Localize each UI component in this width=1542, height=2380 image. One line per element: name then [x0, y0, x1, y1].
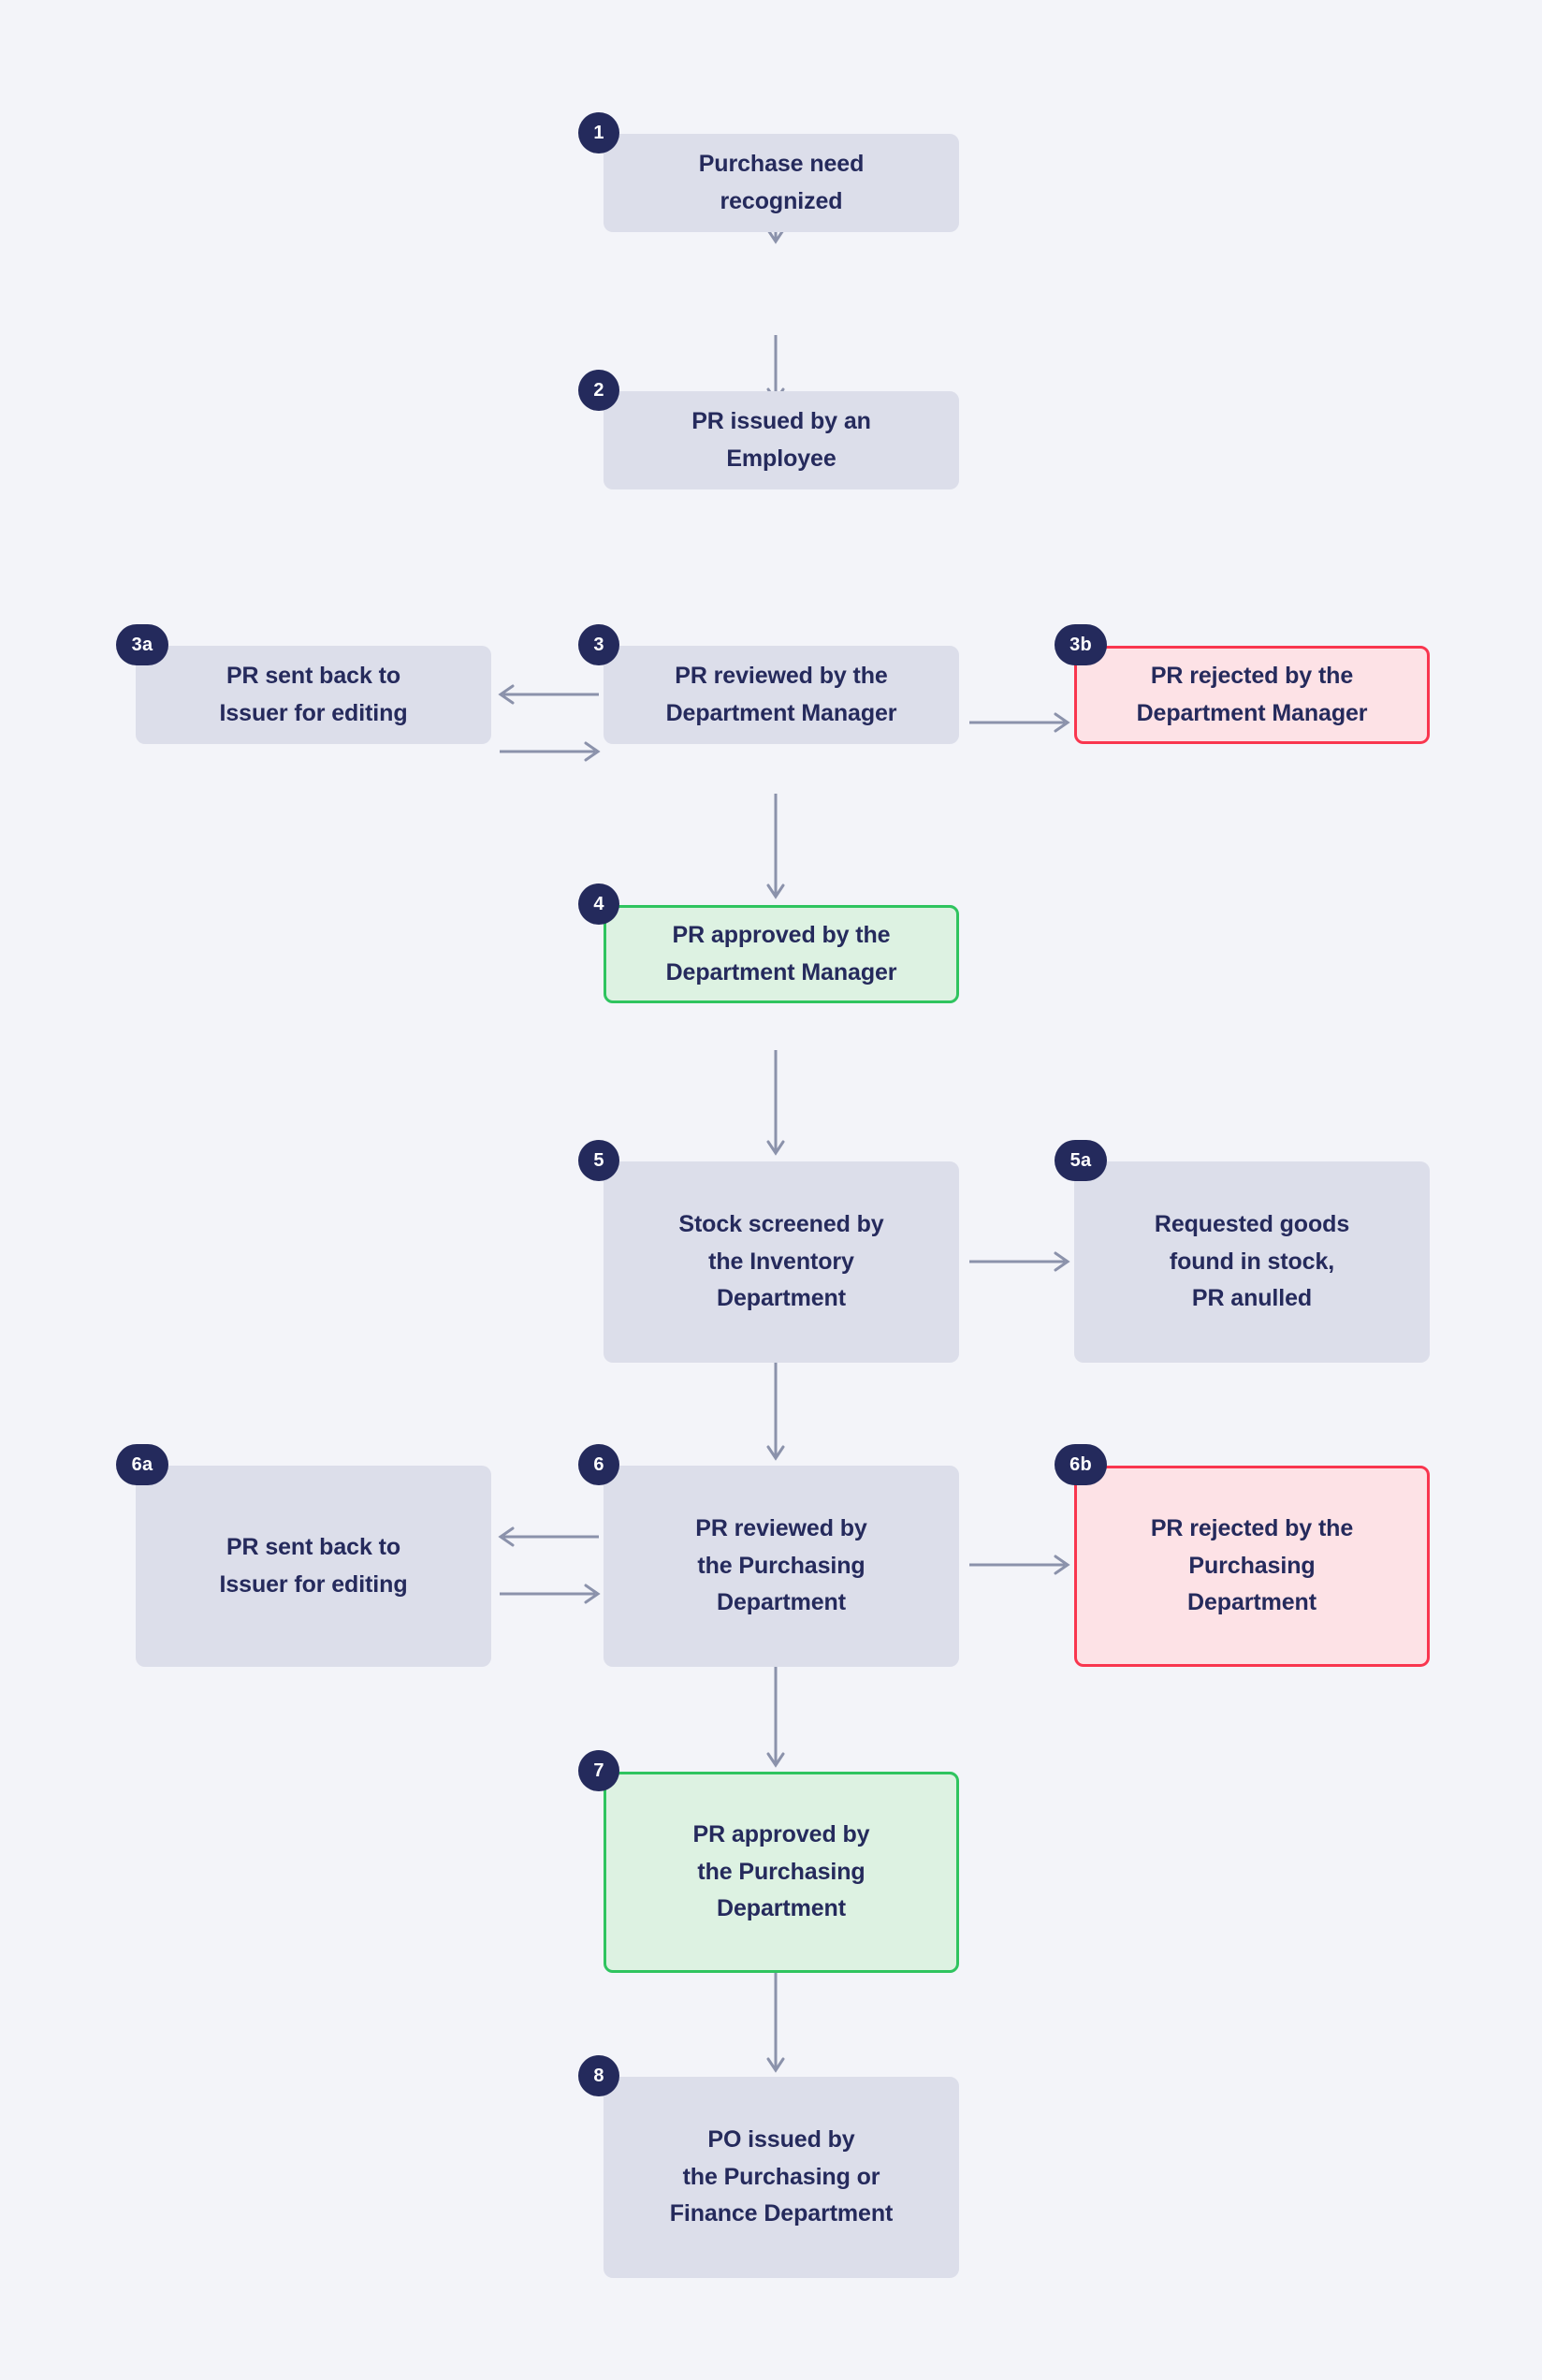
connector-5-to-6: [766, 1355, 785, 1461]
node-pr-approved-by-department-manager[interactable]: PR approved by the Department Manager: [604, 905, 959, 1003]
connector-5-to-5a: [969, 1251, 1070, 1272]
connector-3a-to-3: [500, 741, 601, 762]
node-pr-sent-back-to-issuer-3a[interactable]: PR sent back to Issuer for editing: [136, 646, 491, 744]
connector-6-to-7: [766, 1662, 785, 1768]
connector-3-to-3a: [498, 684, 599, 705]
node-label: PR approved by the Purchasing Department: [692, 1821, 870, 1922]
node-label: PR reviewed by the Department Manager: [665, 663, 897, 726]
node-label: Requested goods found in stock, PR anull…: [1154, 1211, 1350, 1312]
node-requested-goods-found-in-stock[interactable]: Requested goods found in stock, PR anull…: [1074, 1161, 1430, 1363]
connector-3-to-3b: [969, 712, 1070, 733]
step-badge-3: 3: [578, 624, 619, 665]
node-label: PR rejected by the Department Manager: [1136, 663, 1368, 726]
node-label: Purchase need recognized: [698, 151, 865, 214]
step-badge-5a: 5a: [1055, 1140, 1107, 1181]
step-badge-1: 1: [578, 112, 619, 153]
node-label: PR reviewed by the Purchasing Department: [695, 1515, 867, 1616]
node-label: PR rejected by the Purchasing Department: [1150, 1515, 1354, 1616]
step-badge-5: 5: [578, 1140, 619, 1181]
connector-7-to-8: [766, 1967, 785, 2073]
connector-6a-to-6: [500, 1584, 601, 1604]
node-stock-screened-by-inventory-department[interactable]: Stock screened by the Inventory Departme…: [604, 1161, 959, 1363]
node-label: PR sent back to Issuer for editing: [219, 663, 408, 726]
connector-3-to-4: [766, 794, 785, 899]
connector-4-to-5: [766, 1050, 785, 1156]
node-label: Stock screened by the Inventory Departme…: [678, 1211, 884, 1312]
node-label: PO issued by the Purchasing or Finance D…: [669, 2126, 894, 2227]
node-pr-sent-back-to-issuer-6a[interactable]: PR sent back to Issuer for editing: [136, 1466, 491, 1667]
step-badge-2: 2: [578, 370, 619, 411]
node-pr-rejected-by-purchasing-department[interactable]: PR rejected by the Purchasing Department: [1074, 1466, 1430, 1667]
connector-6-to-6b: [969, 1555, 1070, 1575]
node-label: PR sent back to Issuer for editing: [219, 1534, 408, 1598]
step-badge-3b: 3b: [1055, 624, 1107, 665]
step-badge-4: 4: [578, 883, 619, 925]
node-pr-issued-by-employee[interactable]: PR issued by an Employee: [604, 391, 959, 489]
node-label: PR issued by an Employee: [691, 408, 871, 472]
node-pr-rejected-by-department-manager[interactable]: PR rejected by the Department Manager: [1074, 646, 1430, 744]
step-badge-6a: 6a: [116, 1444, 168, 1485]
step-badge-6b: 6b: [1055, 1444, 1107, 1485]
node-pr-reviewed-by-purchasing-department[interactable]: PR reviewed by the Purchasing Department: [604, 1466, 959, 1667]
step-badge-6: 6: [578, 1444, 619, 1485]
step-badge-3a: 3a: [116, 624, 168, 665]
node-pr-approved-by-purchasing-department[interactable]: PR approved by the Purchasing Department: [604, 1772, 959, 1973]
node-purchase-need-recognized[interactable]: Purchase need recognized: [604, 134, 959, 232]
step-badge-7: 7: [578, 1750, 619, 1791]
node-pr-reviewed-by-department-manager[interactable]: PR reviewed by the Department Manager: [604, 646, 959, 744]
flowchart-canvas: Purchase need recognized 1 PR issued by …: [0, 0, 1542, 2380]
step-badge-8: 8: [578, 2055, 619, 2096]
node-po-issued-by-purchasing-or-finance[interactable]: PO issued by the Purchasing or Finance D…: [604, 2077, 959, 2278]
node-label: PR approved by the Department Manager: [665, 922, 897, 986]
connector-6-to-6a: [498, 1526, 599, 1547]
